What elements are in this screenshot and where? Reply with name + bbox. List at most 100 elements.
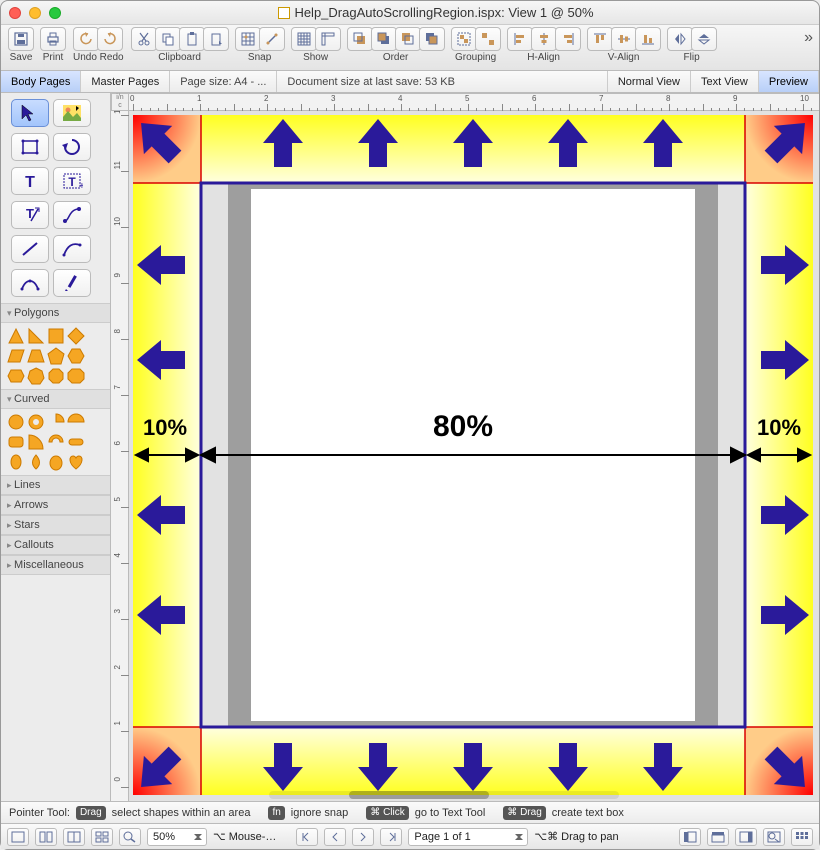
align-center-button[interactable]	[531, 27, 557, 51]
ellipse-shape[interactable]	[7, 453, 25, 471]
align-left-button[interactable]	[507, 27, 533, 51]
footer-view1-button[interactable]	[7, 828, 29, 846]
send-back-button[interactable]	[419, 27, 445, 51]
connector-tool[interactable]	[53, 201, 91, 229]
align-middle-button[interactable]	[611, 27, 637, 51]
hexagon2-shape[interactable]	[7, 367, 25, 385]
footer-last-page-button[interactable]	[380, 828, 402, 846]
pie-shape[interactable]	[47, 413, 65, 431]
parallelogram-shape[interactable]	[7, 347, 25, 365]
footer-next-page-button[interactable]	[352, 828, 374, 846]
text-frame-tool[interactable]: T+	[53, 167, 91, 195]
snap-guides-button[interactable]	[259, 27, 285, 51]
paste-special-button[interactable]	[203, 27, 229, 51]
tab-preview[interactable]: Preview	[759, 71, 819, 92]
bring-forward-button[interactable]	[371, 27, 397, 51]
bring-front-button[interactable]	[347, 27, 373, 51]
half-circle-shape[interactable]	[67, 413, 85, 431]
footer-inspector-button[interactable]	[763, 828, 785, 846]
tab-normal-view[interactable]: Normal View	[608, 71, 691, 92]
footer-view4-button[interactable]	[91, 828, 113, 846]
horizontal-scrollbar[interactable]	[269, 791, 619, 799]
footer-view2-button[interactable]	[35, 828, 57, 846]
send-backward-button[interactable]	[395, 27, 421, 51]
scrollbar-thumb[interactable]	[349, 791, 489, 799]
drop-shape[interactable]	[27, 453, 45, 471]
flip-v-button[interactable]	[691, 27, 717, 51]
pen-tool[interactable]	[11, 269, 49, 297]
hexagon-shape[interactable]	[67, 347, 85, 365]
right-triangle-shape[interactable]	[27, 327, 45, 345]
donut-shape[interactable]	[27, 413, 45, 431]
cut-button[interactable]	[131, 27, 157, 51]
page-select[interactable]: Page 1 of 1	[408, 828, 528, 846]
flip-h-button[interactable]	[667, 27, 693, 51]
panel-callouts[interactable]: Callouts	[1, 535, 110, 555]
heart-shape[interactable]	[67, 453, 85, 471]
tab-text-view[interactable]: Text View	[691, 71, 759, 92]
panel-curved[interactable]: Curved	[1, 389, 110, 409]
panel-misc[interactable]: Miscellaneous	[1, 555, 110, 575]
align-right-button[interactable]	[555, 27, 581, 51]
footer-view3-button[interactable]	[63, 828, 85, 846]
panel-arrows[interactable]: Arrows	[1, 495, 110, 515]
show-grid-button[interactable]	[291, 27, 317, 51]
toolbar-overflow-button[interactable]: »	[804, 29, 813, 47]
ruler-corner[interactable]: i/nc	[111, 93, 129, 111]
footer-panel3-button[interactable]	[735, 828, 757, 846]
pointer-tool[interactable]	[11, 99, 49, 127]
arc-shape[interactable]	[47, 433, 65, 451]
quarter-shape[interactable]	[27, 433, 45, 451]
triangle-shape[interactable]	[7, 327, 25, 345]
tab-master-pages[interactable]: Master Pages	[81, 71, 170, 92]
square-shape[interactable]	[47, 327, 65, 345]
rotate-tool[interactable]	[53, 133, 91, 161]
footer-first-page-button[interactable]	[296, 828, 318, 846]
line-tool[interactable]	[11, 235, 49, 263]
diamond-shape[interactable]	[67, 327, 85, 345]
zoom-window-button[interactable]	[49, 7, 61, 19]
rounded-rect-shape[interactable]	[7, 433, 25, 451]
shape-select-tool[interactable]	[11, 133, 49, 161]
footer-panel1-button[interactable]	[679, 828, 701, 846]
group-button[interactable]	[451, 27, 477, 51]
zoom-select[interactable]: 50%	[147, 828, 207, 846]
panel-stars[interactable]: Stars	[1, 515, 110, 535]
ungroup-button[interactable]	[475, 27, 501, 51]
align-top-button[interactable]	[587, 27, 613, 51]
text-tool[interactable]: T	[11, 167, 49, 195]
capsule-shape[interactable]	[67, 433, 85, 451]
footer-prev-page-button[interactable]	[324, 828, 346, 846]
image-tool[interactable]	[53, 99, 91, 127]
footer-grid-button[interactable]	[791, 828, 813, 846]
undo-button[interactable]	[73, 27, 99, 51]
tab-body-pages[interactable]: Body Pages	[1, 71, 81, 92]
minimize-window-button[interactable]	[29, 7, 41, 19]
copy-button[interactable]	[155, 27, 181, 51]
snap-grid-button[interactable]	[235, 27, 261, 51]
vertical-ruler[interactable]: 0123456789101112	[111, 111, 129, 801]
text-path-tool[interactable]: T	[11, 201, 49, 229]
octagon-shape[interactable]	[47, 367, 65, 385]
circle-shape[interactable]	[7, 413, 25, 431]
pencil-tool[interactable]	[53, 269, 91, 297]
align-bottom-button[interactable]	[635, 27, 661, 51]
print-button[interactable]	[40, 27, 66, 51]
pentagon-shape[interactable]	[47, 347, 65, 365]
trapezoid-shape[interactable]	[27, 347, 45, 365]
panel-polygons[interactable]: Polygons	[1, 303, 110, 323]
horizontal-ruler[interactable]: 012345678910	[129, 93, 819, 111]
egg-shape[interactable]	[47, 453, 65, 471]
footer-zoom-icon[interactable]	[119, 828, 141, 846]
canvas[interactable]: 80% 10% 10%	[129, 111, 819, 801]
close-window-button[interactable]	[9, 7, 21, 19]
redo-button[interactable]	[97, 27, 123, 51]
footer-panel2-button[interactable]	[707, 828, 729, 846]
curve-tool[interactable]	[53, 235, 91, 263]
heptagon-shape[interactable]	[27, 367, 45, 385]
paste-button[interactable]	[179, 27, 205, 51]
panel-lines[interactable]: Lines	[1, 475, 110, 495]
octagon2-shape[interactable]	[67, 367, 85, 385]
save-button[interactable]	[8, 27, 34, 51]
show-rulers-button[interactable]	[315, 27, 341, 51]
